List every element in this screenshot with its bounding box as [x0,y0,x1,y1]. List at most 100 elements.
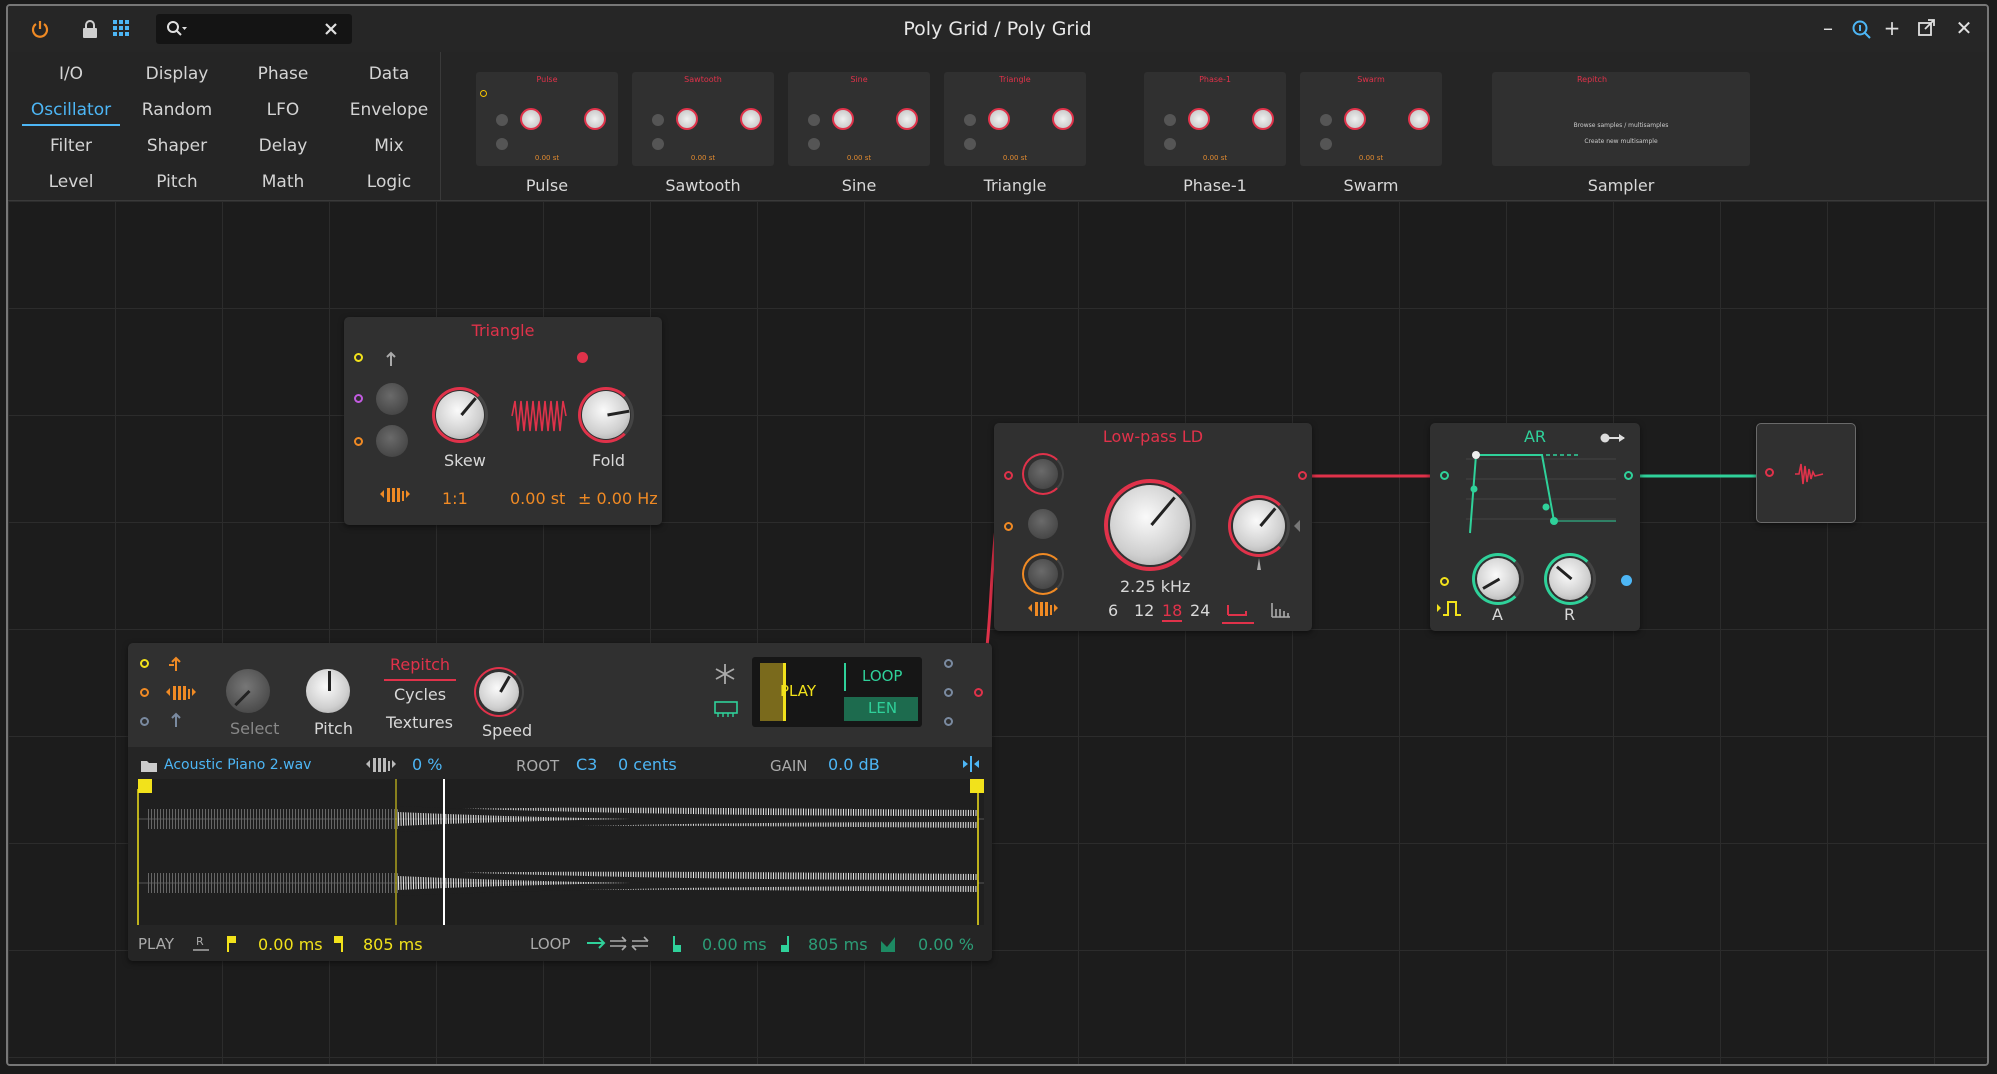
speed-knob[interactable] [479,672,519,712]
root-value[interactable]: C3 [576,755,597,774]
device-thumb-triangle[interactable]: Triangle 0.00 st [944,72,1086,166]
waveform-display[interactable] [137,779,984,925]
reverse-icon[interactable]: R [192,933,210,953]
minimize-button[interactable]: – [1816,16,1840,40]
folder-icon[interactable] [140,759,158,773]
grid-canvas[interactable]: Triangle Skew Fold 1:1 0.00 st ± 0.00 Hz… [8,201,1987,1064]
audio-output-port[interactable] [1298,471,1307,480]
device-thumb-pulse[interactable]: Pulse 0.00 st [476,72,618,166]
lowpass-module[interactable]: Low-pass LD 2.25 kHz 6 12 18 24 [994,423,1312,631]
pitch-knob[interactable] [306,669,350,713]
category-data[interactable]: Data [336,64,442,84]
audio-input-port[interactable] [1765,468,1774,477]
category-display[interactable]: Display [124,64,230,84]
ar-envelope-module[interactable]: AR A R [1430,423,1640,631]
mod-knob[interactable] [1028,459,1058,489]
mod-knob[interactable] [1028,509,1058,539]
category-oscillator[interactable]: Oscillator [18,100,124,126]
semitones-value[interactable]: 0.00 st [510,489,565,508]
output-port[interactable] [944,659,953,668]
category-random[interactable]: Random [124,100,230,120]
category-level[interactable]: Level [18,172,124,192]
mode-repitch[interactable]: Repitch [390,655,450,674]
output-port[interactable] [577,352,588,363]
input-port[interactable] [140,717,149,726]
release-knob[interactable] [1549,558,1591,600]
attack-knob[interactable] [1477,558,1519,600]
loop-start-value[interactable]: 0.00 ms [702,935,767,954]
output-port[interactable] [1621,575,1632,586]
category-math[interactable]: Math [230,172,336,192]
skew-knob[interactable] [436,391,484,439]
input-port[interactable] [1004,522,1013,531]
category-lfo[interactable]: LFO [230,100,336,120]
input-port[interactable] [354,353,363,362]
category-phase[interactable]: Phase [230,64,336,84]
ram-icon[interactable] [714,699,738,717]
resonance-knob[interactable] [1233,500,1285,552]
device-thumb-phase-1[interactable]: Phase-1 0.00 st [1144,72,1286,166]
sample-file-name[interactable]: Acoustic Piano 2.wav [164,757,311,773]
output-port[interactable] [944,717,953,726]
mod-knob[interactable] [1028,559,1058,589]
mode-textures[interactable]: Textures [386,713,453,732]
mod-knob[interactable] [376,383,408,415]
category-shaper[interactable]: Shaper [124,136,230,156]
mode-cycles[interactable]: Cycles [394,685,446,704]
hz-value[interactable]: ± 0.00 Hz [578,489,658,508]
fold-knob[interactable] [582,391,630,439]
add-button[interactable]: + [1880,16,1904,40]
len-button[interactable]: LEN [868,699,897,717]
slope-18[interactable]: 18 [1162,601,1183,622]
cents-value[interactable]: 0 cents [618,755,677,774]
sampler-module[interactable]: Select Pitch Repitch Cycles Textures Spe… [128,643,992,961]
mod-knob[interactable] [376,425,408,457]
audio-out-module[interactable] [1756,423,1856,523]
filter-mode-icon[interactable] [1222,601,1254,625]
pitch-percent-value[interactable]: 0 % [412,755,442,774]
env-output-port[interactable] [1624,471,1633,480]
device-thumb-sine[interactable]: Sine 0.00 st [788,72,930,166]
device-thumb-sampler[interactable]: Repitch Browse samples / multisamples Cr… [1492,72,1750,166]
cutoff-knob[interactable] [1110,485,1190,565]
loop-mode-icons[interactable] [586,935,652,953]
input-port[interactable] [1440,577,1449,586]
input-port[interactable] [354,437,363,446]
audio-input-port[interactable] [1004,471,1013,480]
input-port[interactable] [354,394,363,403]
slope-24[interactable]: 24 [1190,601,1210,620]
device-thumb-swarm[interactable]: Swarm 0.00 st [1300,72,1442,166]
triangle-module[interactable]: Triangle Skew Fold 1:1 0.00 st ± 0.00 Hz [344,317,662,525]
category-envelope[interactable]: Envelope [336,100,442,120]
slope-6[interactable]: 6 [1108,601,1118,620]
audio-output-port[interactable] [974,688,983,697]
category-filter[interactable]: Filter [18,136,124,156]
device-thumb-sawtooth[interactable]: Sawtooth 0.00 st [632,72,774,166]
category-mix[interactable]: Mix [336,136,442,156]
loop-button[interactable]: LOOP [862,667,902,685]
slope-12[interactable]: 12 [1134,601,1154,620]
loop-fade-value[interactable]: 0.00 % [918,935,974,954]
gate-input-port[interactable] [1440,471,1449,480]
zoom-fit-icon[interactable] [962,755,980,773]
input-port[interactable] [140,659,149,668]
snowflake-icon[interactable] [714,663,736,685]
popout-icon[interactable] [1918,19,1936,37]
input-port[interactable] [140,688,149,697]
filter-graph-icon[interactable] [1270,601,1292,619]
output-port[interactable] [944,688,953,697]
cutoff-value[interactable]: 2.25 kHz [1120,577,1190,596]
category-logic[interactable]: Logic [336,172,442,192]
play-button[interactable]: PLAY [780,682,816,700]
ratio-value[interactable]: 1:1 [442,489,468,508]
select-knob[interactable] [226,669,270,713]
category-delay[interactable]: Delay [230,136,336,156]
loop-end-value[interactable]: 805 ms [808,935,868,954]
play-start-value[interactable]: 0.00 ms [258,935,323,954]
close-button[interactable]: ✕ [1952,16,1976,40]
key-icon[interactable] [1600,431,1626,445]
category-pitch[interactable]: Pitch [124,172,230,192]
gain-value[interactable]: 0.0 dB [828,755,880,774]
inspector-icon[interactable] [1852,20,1872,40]
envelope-graph[interactable] [1466,449,1616,535]
